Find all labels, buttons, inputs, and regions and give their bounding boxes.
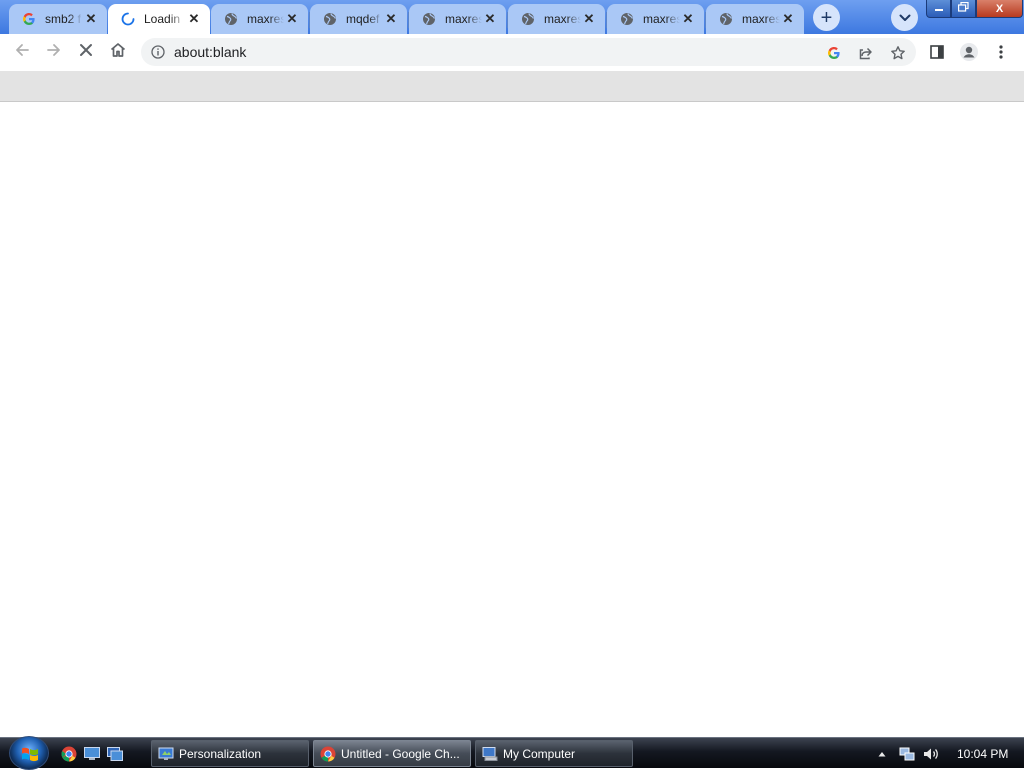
tab-strip: smb2 f ✕ Loadin ✕ maxres ✕ mqdef ✕ maxre… bbox=[0, 0, 1024, 34]
page-content-blank[interactable] bbox=[0, 103, 1024, 737]
chrome-quicklaunch-icon[interactable] bbox=[60, 745, 78, 763]
minimize-button[interactable] bbox=[926, 0, 951, 18]
globe-icon bbox=[619, 11, 635, 27]
bookmarks-bar bbox=[0, 71, 1024, 102]
tab-title: maxres bbox=[544, 12, 581, 26]
stop-loading-button[interactable] bbox=[73, 39, 99, 65]
restore-icon bbox=[958, 1, 969, 15]
side-panel-icon[interactable] bbox=[927, 42, 947, 62]
start-button[interactable] bbox=[9, 736, 49, 770]
arrow-right-icon bbox=[46, 42, 62, 63]
tab-close-icon[interactable]: ✕ bbox=[581, 11, 597, 27]
system-tray bbox=[876, 738, 940, 769]
switch-windows-icon[interactable] bbox=[106, 745, 124, 763]
google-lens-icon[interactable] bbox=[825, 44, 843, 62]
tab-title: maxres bbox=[445, 12, 482, 26]
show-desktop-icon[interactable] bbox=[83, 745, 101, 763]
taskbar-button-chrome[interactable]: Untitled - Google Ch... bbox=[313, 740, 471, 767]
tab-title: Loadin bbox=[144, 12, 181, 26]
tab-search-button[interactable] bbox=[891, 4, 918, 31]
globe-icon bbox=[718, 11, 734, 27]
address-bar[interactable]: about:blank bbox=[141, 38, 916, 66]
tab-maxres-4[interactable]: maxres ✕ bbox=[607, 4, 704, 34]
kebab-menu-icon[interactable] bbox=[991, 42, 1011, 62]
volume-icon[interactable] bbox=[922, 746, 940, 762]
windows-taskbar: Personalization Untitled - Google Ch... … bbox=[0, 736, 1024, 770]
tab-close-icon[interactable]: ✕ bbox=[83, 11, 99, 27]
windows-logo-icon bbox=[22, 747, 38, 762]
tab-close-icon[interactable]: ✕ bbox=[680, 11, 696, 27]
taskbar-button-personalization[interactable]: Personalization bbox=[151, 740, 309, 767]
url-text[interactable]: about:blank bbox=[174, 44, 246, 60]
star-icon[interactable] bbox=[889, 44, 907, 62]
tab-maxres-3[interactable]: maxres ✕ bbox=[508, 4, 605, 34]
home-icon bbox=[109, 41, 127, 64]
google-g-icon bbox=[21, 11, 37, 27]
back-button[interactable] bbox=[9, 39, 35, 65]
taskbar-button-my-computer[interactable]: My Computer bbox=[475, 740, 633, 767]
globe-icon bbox=[520, 11, 536, 27]
minimize-icon bbox=[934, 2, 944, 15]
tab-close-icon[interactable]: ✕ bbox=[284, 11, 300, 27]
tab-close-icon[interactable]: ✕ bbox=[780, 11, 796, 27]
browser-toolbar: about:blank bbox=[0, 34, 1024, 71]
chrome-icon bbox=[320, 746, 336, 762]
my-computer-icon bbox=[482, 746, 498, 762]
taskbar-button-label: Untitled - Google Ch... bbox=[341, 746, 460, 761]
close-icon bbox=[79, 43, 93, 62]
tab-title: maxres bbox=[643, 12, 680, 26]
tab-close-icon[interactable]: ✕ bbox=[383, 11, 399, 27]
globe-icon bbox=[223, 11, 239, 27]
tab-title: maxres bbox=[742, 12, 780, 26]
forward-button[interactable] bbox=[41, 39, 67, 65]
restore-button[interactable] bbox=[951, 0, 976, 18]
network-icon[interactable] bbox=[899, 746, 915, 762]
globe-icon bbox=[421, 11, 437, 27]
taskbar-button-label: My Computer bbox=[503, 746, 576, 761]
home-button[interactable] bbox=[105, 39, 131, 65]
info-icon[interactable] bbox=[151, 45, 165, 59]
profile-avatar-icon[interactable] bbox=[959, 42, 979, 62]
tab-loading[interactable]: Loadin ✕ bbox=[108, 4, 210, 34]
tab-maxres-5[interactable]: maxres ✕ bbox=[706, 4, 804, 34]
share-icon[interactable] bbox=[857, 44, 875, 62]
tab-close-icon[interactable]: ✕ bbox=[186, 11, 202, 27]
show-hidden-icons-icon[interactable] bbox=[876, 751, 888, 757]
tab-title: mqdef bbox=[346, 12, 380, 26]
plus-icon: + bbox=[820, 6, 833, 29]
tab-maxres-1[interactable]: maxres ✕ bbox=[211, 4, 308, 34]
close-label: X bbox=[995, 2, 1004, 15]
window-controls: X bbox=[926, 0, 1023, 18]
loading-spinner-icon bbox=[120, 11, 136, 27]
personalization-icon bbox=[158, 746, 174, 762]
close-button[interactable]: X bbox=[976, 0, 1023, 18]
tab-mqdef[interactable]: mqdef ✕ bbox=[310, 4, 407, 34]
tab-title: maxres bbox=[247, 12, 284, 26]
globe-icon bbox=[322, 11, 338, 27]
tab-close-icon[interactable]: ✕ bbox=[482, 11, 498, 27]
tab-title: smb2 f bbox=[45, 12, 82, 26]
taskbar-button-label: Personalization bbox=[179, 746, 262, 761]
new-tab-button[interactable]: + bbox=[813, 4, 840, 31]
chevron-down-icon bbox=[899, 9, 911, 27]
arrow-left-icon bbox=[14, 42, 30, 63]
tab-smb2[interactable]: smb2 f ✕ bbox=[9, 4, 107, 34]
taskbar-clock[interactable]: 10:04 PM bbox=[957, 747, 1008, 761]
tab-maxres-2[interactable]: maxres ✕ bbox=[409, 4, 506, 34]
